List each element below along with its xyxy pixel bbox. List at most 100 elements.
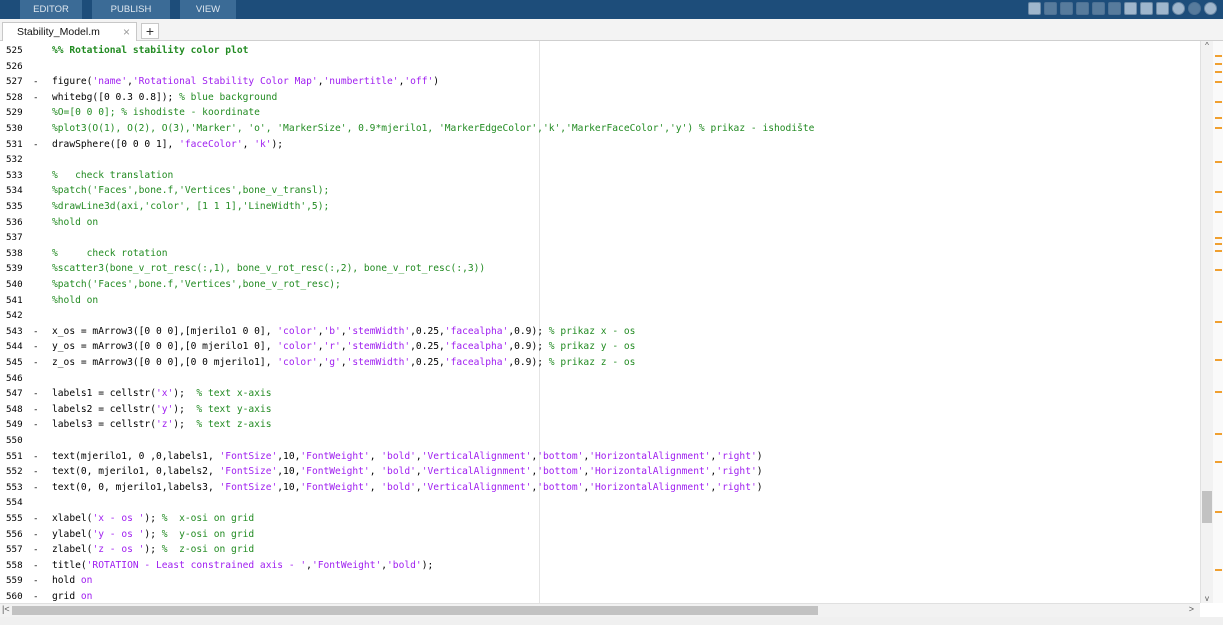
code-line[interactable]: 557- zlabel('z - os '); % z-osi on grid bbox=[0, 542, 1195, 558]
undo-icon[interactable] bbox=[1092, 2, 1105, 15]
analyzer-marker[interactable] bbox=[1215, 101, 1222, 103]
scroll-down-icon[interactable]: v bbox=[1201, 594, 1213, 603]
code-line[interactable]: 546 bbox=[0, 371, 1195, 387]
code-line[interactable]: 547- labels1 = cellstr('x'); % text x-axi… bbox=[0, 386, 1195, 402]
code-line[interactable]: 549- labels3 = cellstr('z'); % text z-axi… bbox=[0, 417, 1195, 433]
code-line[interactable]: 526 bbox=[0, 59, 1195, 75]
breakpoint-dash[interactable]: - bbox=[33, 589, 43, 603]
analyzer-marker[interactable] bbox=[1215, 211, 1222, 213]
code-line[interactable]: 535 %drawLine3d(axi,'color', [1 1 1],'Lin… bbox=[0, 199, 1195, 215]
horizontal-scrollbar[interactable]: |< > bbox=[0, 603, 1200, 617]
code-line[interactable]: 541 %hold on bbox=[0, 293, 1195, 309]
scroll-right-icon[interactable]: > bbox=[1189, 604, 1194, 614]
document-tab[interactable]: Stability_Model.m × bbox=[2, 22, 137, 41]
breakpoint-dash[interactable]: - bbox=[33, 558, 43, 574]
code-line[interactable]: 555- xlabel('x - os '); % x-osi on grid bbox=[0, 511, 1195, 527]
code-line[interactable]: 537 bbox=[0, 230, 1195, 246]
breakpoint-dash[interactable]: - bbox=[33, 480, 43, 496]
code-line[interactable]: 538 % check rotation bbox=[0, 246, 1195, 262]
breakpoint-dash[interactable]: - bbox=[33, 449, 43, 465]
analyzer-marker[interactable] bbox=[1215, 250, 1222, 252]
scroll-up-icon[interactable]: ^ bbox=[1201, 41, 1213, 50]
vertical-scrollbar[interactable]: ^ v bbox=[1200, 41, 1213, 603]
save-icon[interactable] bbox=[1028, 2, 1041, 15]
code-line[interactable]: 558- title('ROTATION - Least constrained … bbox=[0, 558, 1195, 574]
analyzer-marker[interactable] bbox=[1215, 81, 1222, 83]
switch-windows-icon[interactable] bbox=[1124, 2, 1137, 15]
code-line[interactable]: 534 %patch('Faces',bone.f,'Vertices',bone… bbox=[0, 183, 1195, 199]
breakpoint-dash[interactable]: - bbox=[33, 339, 43, 355]
breakpoint-dash[interactable]: - bbox=[33, 417, 43, 433]
breakpoint-dash[interactable]: - bbox=[33, 74, 43, 90]
copy-icon[interactable] bbox=[1060, 2, 1073, 15]
breakpoint-dash[interactable]: - bbox=[33, 137, 43, 153]
analyzer-marker[interactable] bbox=[1215, 127, 1222, 129]
breakpoint-dash[interactable]: - bbox=[33, 324, 43, 340]
code-line[interactable]: 550 bbox=[0, 433, 1195, 449]
analyzer-marker[interactable] bbox=[1215, 63, 1222, 65]
code-line[interactable]: 556- ylabel('y - os '); % y-osi on grid bbox=[0, 527, 1195, 543]
code-line[interactable]: 532 bbox=[0, 152, 1195, 168]
breakpoint-dash[interactable]: - bbox=[33, 527, 43, 543]
breakpoint-dash[interactable]: - bbox=[33, 90, 43, 106]
tab-editor[interactable]: EDITOR bbox=[20, 0, 82, 19]
vertical-scroll-thumb[interactable] bbox=[1202, 491, 1212, 523]
code-line[interactable]: 525 %% Rotational stability color plot bbox=[0, 43, 1195, 59]
code-line[interactable]: 554 bbox=[0, 495, 1195, 511]
breakpoint-dash[interactable]: - bbox=[33, 464, 43, 480]
redo-icon[interactable] bbox=[1108, 2, 1121, 15]
tab-view[interactable]: VIEW bbox=[180, 0, 236, 19]
analyzer-marker[interactable] bbox=[1215, 269, 1222, 271]
code-analyzer-marker-bar[interactable] bbox=[1213, 41, 1223, 603]
code-line[interactable]: 560- grid on bbox=[0, 589, 1195, 603]
breakpoint-dash[interactable]: - bbox=[33, 402, 43, 418]
analyzer-marker[interactable] bbox=[1215, 55, 1222, 57]
breakpoint-dash[interactable]: - bbox=[33, 511, 43, 527]
code-line[interactable]: 542 bbox=[0, 308, 1195, 324]
analyzer-marker[interactable] bbox=[1215, 161, 1222, 163]
code-line[interactable]: 536 %hold on bbox=[0, 215, 1195, 231]
close-icon[interactable]: × bbox=[123, 23, 130, 41]
code-line[interactable]: 539 %scatter3(bone_v_rot_resc(:,1), bone_… bbox=[0, 261, 1195, 277]
analyzer-marker[interactable] bbox=[1215, 391, 1222, 393]
code-line[interactable]: 529 %O=[0 0 0]; % ishodiste - koordinate bbox=[0, 105, 1195, 121]
code-line[interactable]: 559- hold on bbox=[0, 573, 1195, 589]
breakpoint-dash[interactable]: - bbox=[33, 573, 43, 589]
community-icon[interactable] bbox=[1188, 2, 1201, 15]
analyzer-marker[interactable] bbox=[1215, 117, 1222, 119]
help-icon[interactable] bbox=[1172, 2, 1185, 15]
code-line[interactable]: 545- z_os = mArrow3([0 0 0],[0 0 mjerilo1… bbox=[0, 355, 1195, 371]
analyzer-marker[interactable] bbox=[1215, 71, 1222, 73]
paste-icon[interactable] bbox=[1076, 2, 1089, 15]
code-line[interactable]: 540 %patch('Faces',bone.f,'Vertices',bone… bbox=[0, 277, 1195, 293]
analyzer-marker[interactable] bbox=[1215, 461, 1222, 463]
scroll-left-icon[interactable]: |< bbox=[2, 604, 10, 614]
analyzer-marker[interactable] bbox=[1215, 433, 1222, 435]
request-support-icon[interactable] bbox=[1204, 2, 1217, 15]
horizontal-scroll-thumb[interactable] bbox=[12, 606, 818, 615]
analyzer-marker[interactable] bbox=[1215, 237, 1222, 239]
search-icon[interactable] bbox=[1140, 2, 1153, 15]
code-line[interactable]: 531- drawSphere([0 0 0 1], 'faceColor', '… bbox=[0, 137, 1195, 153]
code-line[interactable]: 552- text(0, mjerilo1, 0,labels2, 'FontSi… bbox=[0, 464, 1195, 480]
layout-icon[interactable] bbox=[1156, 2, 1169, 15]
breakpoint-dash[interactable]: - bbox=[33, 386, 43, 402]
code-line[interactable]: 543- x_os = mArrow3([0 0 0],[mjerilo1 0 0… bbox=[0, 324, 1195, 340]
breakpoint-dash[interactable]: - bbox=[33, 542, 43, 558]
analyzer-marker[interactable] bbox=[1215, 191, 1222, 193]
tab-publish[interactable]: PUBLISH bbox=[92, 0, 170, 19]
code-line[interactable]: 553- text(0, 0, mjerilo1,labels3, 'FontSi… bbox=[0, 480, 1195, 496]
code-line[interactable]: 548- labels2 = cellstr('y'); % text y-axi… bbox=[0, 402, 1195, 418]
code-line[interactable]: 533 % check translation bbox=[0, 168, 1195, 184]
code-line[interactable]: 527- figure('name','Rotational Stability … bbox=[0, 74, 1195, 90]
code-line[interactable]: 551- text(mjerilo1, 0 ,0,labels1, 'FontSi… bbox=[0, 449, 1195, 465]
analyzer-marker[interactable] bbox=[1215, 569, 1222, 571]
code-editor[interactable]: 525 %% Rotational stability color plot 526… bbox=[0, 41, 1200, 603]
analyzer-marker[interactable] bbox=[1215, 359, 1222, 361]
code-line[interactable]: 528- whitebg([0 0.3 0.8]); % blue backgro… bbox=[0, 90, 1195, 106]
analyzer-marker[interactable] bbox=[1215, 243, 1222, 245]
code-line[interactable]: 530 %plot3(O(1), O(2), O(3),'Marker', 'o'… bbox=[0, 121, 1195, 137]
cut-icon[interactable] bbox=[1044, 2, 1057, 15]
code-line[interactable]: 544- y_os = mArrow3([0 0 0],[0 mjerilo1 0… bbox=[0, 339, 1195, 355]
add-tab-button[interactable]: + bbox=[141, 23, 159, 39]
